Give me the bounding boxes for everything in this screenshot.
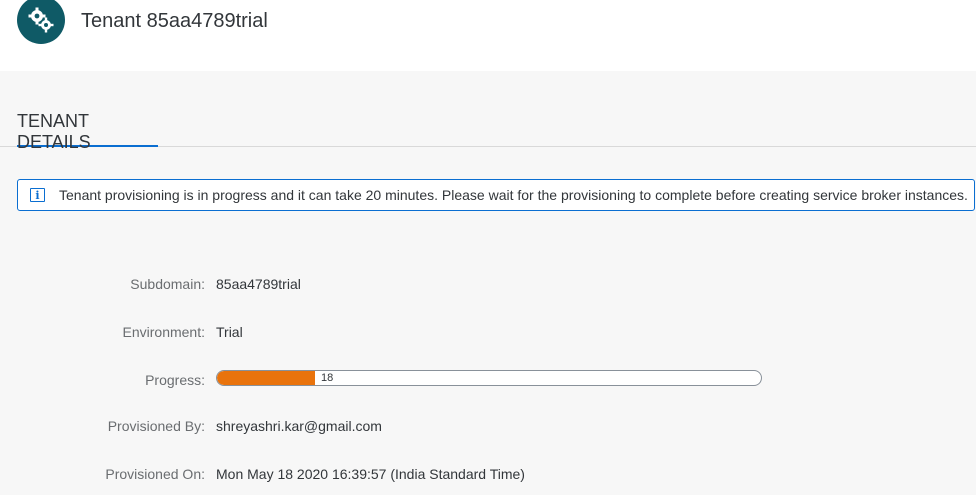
gears-icon (28, 7, 54, 33)
provisioned-on-value: Mon May 18 2020 16:39:57 (India Standard… (216, 466, 525, 482)
provisioned-by-value: shreyashri.kar@gmail.com (216, 418, 382, 434)
subdomain-label: Subdomain: (130, 276, 205, 292)
subdomain-value: 85aa4789trial (216, 276, 301, 292)
progress-label: Progress: (145, 372, 205, 388)
page-header: Tenant 85aa4789trial (0, 0, 976, 71)
progress-value: 18 (321, 372, 334, 384)
provisioned-on-label: Provisioned On: (105, 466, 205, 482)
progress-row: Progress: 18 (0, 370, 976, 396)
provisioned-by-label: Provisioned By: (107, 418, 205, 434)
page-title: Tenant 85aa4789trial (81, 10, 268, 32)
tab-bar: TENANT DETAILS (0, 71, 976, 152)
progress-fill (217, 371, 315, 385)
tab-tenant-details[interactable]: TENANT DETAILS (17, 71, 158, 152)
provisioned-by-row: Provisioned By: shreyashri.kar@gmail.com (0, 418, 976, 442)
progress-indicator: 18 (216, 370, 762, 386)
info-icon: i (30, 188, 45, 202)
environment-value: Trial (216, 324, 243, 340)
tenant-avatar (17, 0, 65, 44)
info-message-text: Tenant provisioning is in progress and i… (59, 187, 968, 203)
environment-row: Environment: Trial (0, 324, 976, 348)
subdomain-row: Subdomain: 85aa4789trial (0, 276, 976, 300)
info-message-strip: i Tenant provisioning is in progress and… (17, 179, 975, 211)
environment-label: Environment: (122, 324, 205, 340)
provisioned-on-row: Provisioned On: Mon May 18 2020 16:39:57… (0, 466, 976, 490)
